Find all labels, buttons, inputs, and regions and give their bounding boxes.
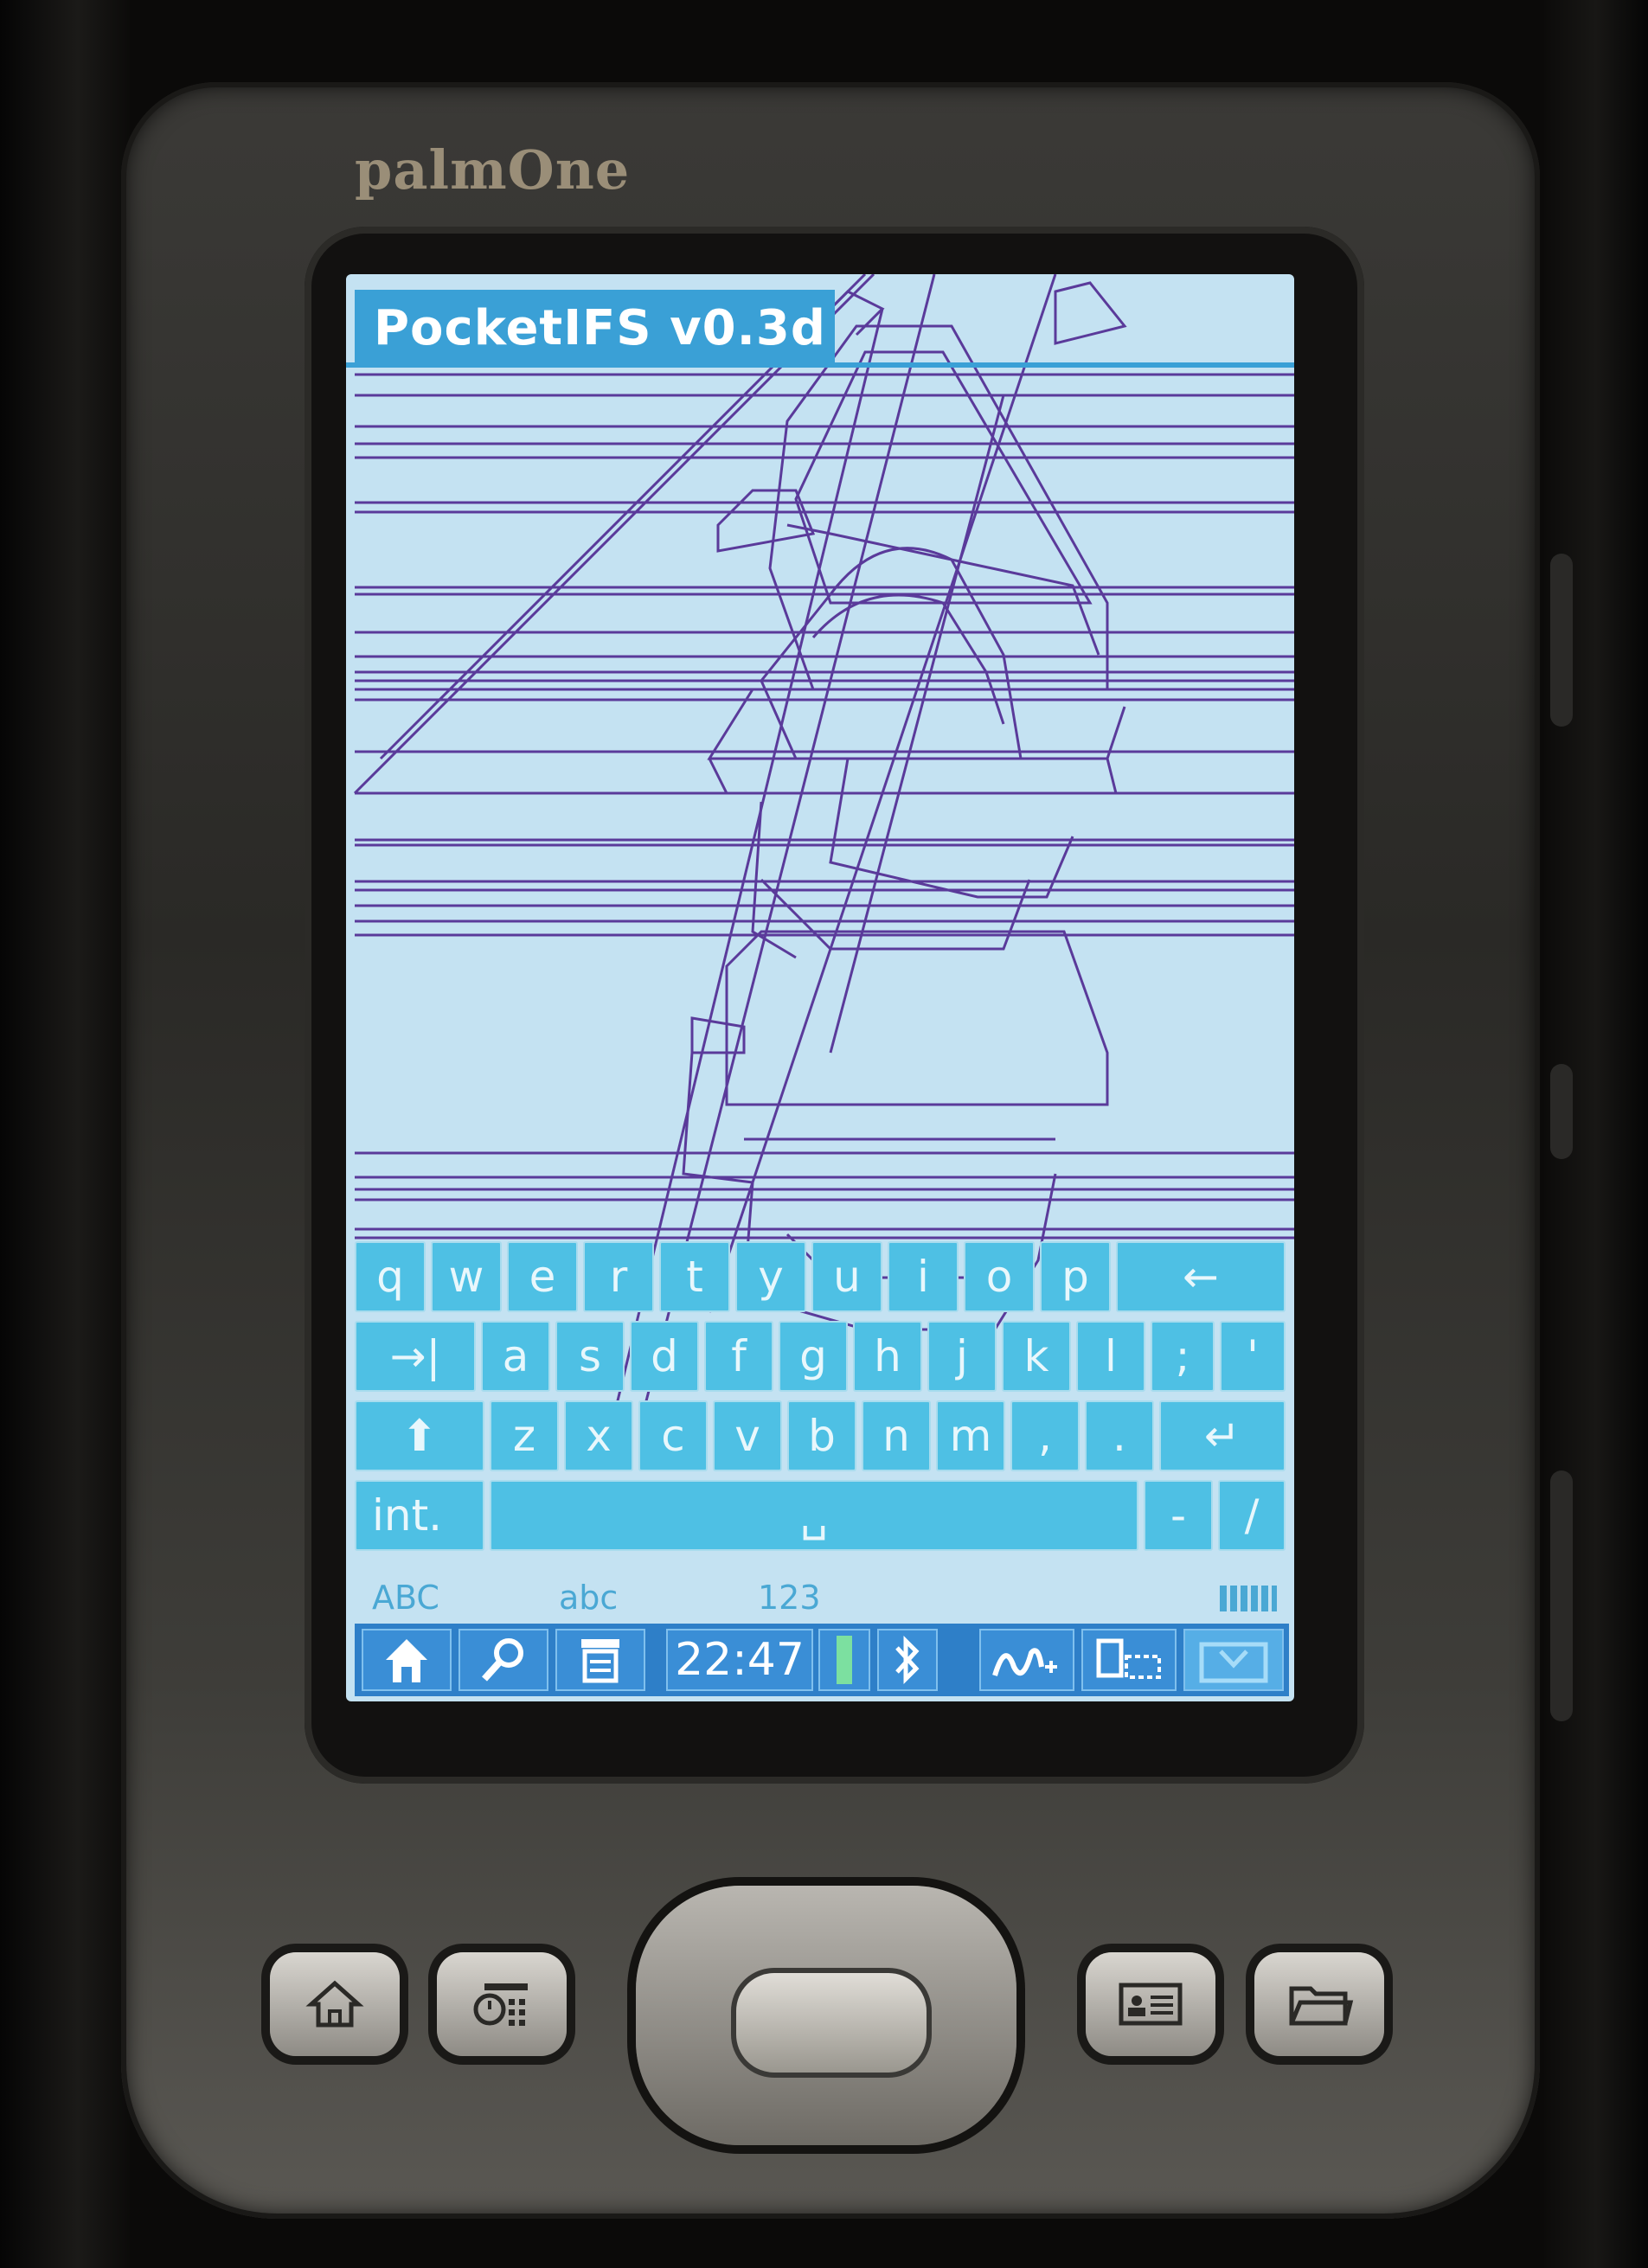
dismiss-keyboard-button[interactable] (1183, 1629, 1284, 1691)
int-key[interactable]: int. (355, 1480, 484, 1551)
backspace-key[interactable]: ← (1116, 1241, 1286, 1312)
hw-contacts-button[interactable] (1086, 1952, 1215, 2056)
hw-calendar-button[interactable] (437, 1952, 567, 2056)
key-q[interactable]: q (355, 1241, 426, 1312)
key-f[interactable]: f (704, 1321, 773, 1392)
key-k[interactable]: k (1002, 1321, 1071, 1392)
calendar-clock-icon (473, 1983, 528, 2026)
screen: PocketIFS v0.3d q w e r t y u i o p ← →|… (346, 274, 1294, 1701)
key-apostrophe[interactable]: ' (1220, 1321, 1286, 1392)
key-comma[interactable]: , (1010, 1400, 1080, 1471)
navigator-select-button[interactable] (731, 1968, 932, 2078)
rotate-screen-icon (1096, 1638, 1161, 1679)
mode-numeric[interactable]: 123 (758, 1579, 821, 1617)
home-button[interactable] (362, 1629, 452, 1691)
app-title-bar[interactable]: PocketIFS v0.3d (355, 290, 835, 362)
five-way-navigator[interactable] (636, 1886, 1016, 2145)
side-button-lower[interactable] (1550, 1470, 1573, 1721)
key-n[interactable]: n (862, 1400, 931, 1471)
key-slash[interactable]: / (1218, 1480, 1286, 1551)
key-m[interactable]: m (936, 1400, 1005, 1471)
key-p[interactable]: p (1040, 1241, 1111, 1312)
search-icon (482, 1638, 523, 1682)
app-title: PocketIFS v0.3d (374, 300, 826, 356)
menu-icon (581, 1639, 619, 1683)
key-semicolon[interactable]: ; (1151, 1321, 1215, 1392)
device-case-left (0, 0, 130, 2268)
battery-icon (837, 1636, 852, 1684)
key-h[interactable]: h (853, 1321, 922, 1392)
key-t[interactable]: t (659, 1241, 730, 1312)
keyboard-row-4: int. ␣ - / (355, 1480, 1289, 1554)
key-y[interactable]: y (735, 1241, 806, 1312)
keyboard-hide-icon (1199, 1642, 1268, 1683)
tab-key[interactable]: →| (355, 1321, 476, 1392)
key-i[interactable]: i (888, 1241, 959, 1312)
side-button-upper[interactable] (1550, 554, 1573, 727)
key-l[interactable]: l (1076, 1321, 1145, 1392)
contacts-card-icon (1119, 1983, 1183, 2026)
clock[interactable]: 22:47 (666, 1629, 813, 1691)
bluetooth-icon (895, 1635, 920, 1685)
key-w[interactable]: w (431, 1241, 502, 1312)
key-a[interactable]: a (481, 1321, 550, 1392)
mode-lowercase[interactable]: abc (559, 1579, 618, 1617)
home-icon (305, 1980, 364, 2028)
rotate-screen-button[interactable] (1081, 1629, 1177, 1691)
folder-icon (1289, 1986, 1354, 2026)
keyboard-layout-icon[interactable] (1220, 1586, 1277, 1611)
brand-logo: palmOne (355, 138, 631, 202)
key-r[interactable]: r (583, 1241, 654, 1312)
status-bar: 22:47 (355, 1624, 1289, 1696)
key-b[interactable]: b (787, 1400, 856, 1471)
keyboard-row-1: q w e r t y u i o p ← (355, 1241, 1289, 1316)
search-button[interactable] (458, 1629, 548, 1691)
shift-key[interactable]: ⬆ (355, 1400, 484, 1471)
keyboard-row-3: ⬆ z x c v b n m , . ↵ (355, 1400, 1289, 1475)
home-icon (386, 1639, 427, 1682)
graffiti-icon (992, 1648, 1057, 1676)
bluetooth-button[interactable] (877, 1629, 938, 1691)
hw-home-button[interactable] (270, 1952, 400, 2056)
space-key[interactable]: ␣ (490, 1480, 1138, 1551)
battery-indicator[interactable] (818, 1629, 870, 1691)
keyboard-row-2: →| a s d f g h j k l ; ' (355, 1321, 1289, 1395)
side-button-middle[interactable] (1550, 1064, 1573, 1159)
key-o[interactable]: o (964, 1241, 1035, 1312)
key-g[interactable]: g (779, 1321, 848, 1392)
key-v[interactable]: v (713, 1400, 782, 1471)
keyboard-mode-bar: ABC abc 123 (355, 1579, 1289, 1622)
menu-button[interactable] (555, 1629, 645, 1691)
mode-uppercase[interactable]: ABC (372, 1579, 439, 1617)
key-x[interactable]: x (564, 1400, 633, 1471)
key-j[interactable]: j (927, 1321, 997, 1392)
key-z[interactable]: z (490, 1400, 559, 1471)
key-s[interactable]: s (555, 1321, 625, 1392)
title-underline (346, 362, 1294, 368)
enter-key[interactable]: ↵ (1159, 1400, 1286, 1471)
graffiti-button[interactable] (979, 1629, 1074, 1691)
key-u[interactable]: u (811, 1241, 882, 1312)
key-c[interactable]: c (638, 1400, 708, 1471)
key-e[interactable]: e (507, 1241, 578, 1312)
key-d[interactable]: d (630, 1321, 699, 1392)
key-period[interactable]: . (1085, 1400, 1154, 1471)
key-hyphen[interactable]: - (1144, 1480, 1213, 1551)
hw-files-button[interactable] (1254, 1952, 1384, 2056)
on-screen-keyboard: q w e r t y u i o p ← →| a s d f g h j k… (355, 1241, 1289, 1575)
